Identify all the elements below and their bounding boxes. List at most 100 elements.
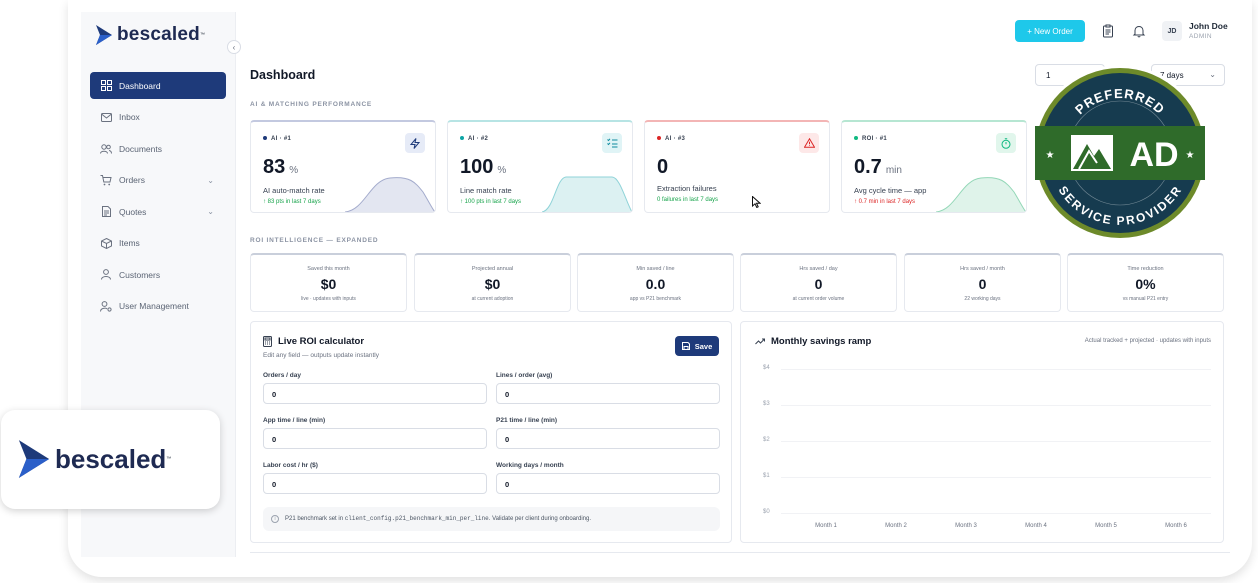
sidebar-item-label: Customers bbox=[119, 269, 161, 280]
svg-text:★: ★ bbox=[1046, 150, 1055, 161]
sidebar-item-orders[interactable]: Orders ⌄ bbox=[90, 167, 226, 194]
p21-time-input[interactable]: 0 bbox=[496, 428, 720, 449]
sidebar-item-label: Items bbox=[119, 238, 140, 248]
roi-value: $0 bbox=[320, 276, 337, 292]
lines-per-order-input[interactable]: 0 bbox=[496, 383, 720, 404]
brand-logo[interactable]: bescaled ™ bbox=[95, 24, 205, 46]
kpi-card[interactable]: AI · #3 0 Extraction failures 0 failures… bbox=[644, 120, 830, 213]
x-tick-label: Month 6 bbox=[1165, 523, 1187, 529]
brand-logo-card: bescaled ™ bbox=[1, 410, 220, 509]
avatar[interactable]: JD bbox=[1162, 21, 1182, 41]
roi-stat-card: Hrs saved / day 0 at current order volum… bbox=[740, 253, 897, 312]
y-tick-label: $2 bbox=[763, 437, 770, 443]
cart-icon bbox=[100, 174, 112, 186]
roi-label: Saved this month bbox=[307, 266, 350, 272]
calculator-icon bbox=[263, 336, 272, 347]
roi-stat-card: Hrs saved / month 0 22 working days bbox=[904, 253, 1061, 312]
mail-icon bbox=[100, 111, 112, 123]
kpi-trend: ↑ 100 pts in last 7 days bbox=[460, 199, 522, 205]
calculator-title-text: Live ROI calculator bbox=[278, 336, 365, 347]
roi-label: Time reduction bbox=[1127, 266, 1164, 272]
note-text: P21 benchmark set in bbox=[285, 516, 345, 522]
calculator-subtitle: Edit any field — outputs update instantl… bbox=[263, 352, 379, 359]
kpi-trend: 0 failures in last 7 days bbox=[657, 197, 719, 203]
field-label: App time / line (min) bbox=[263, 417, 326, 424]
sparkline-area bbox=[345, 177, 435, 212]
sidebar-item-quotes[interactable]: Quotes ⌄ bbox=[90, 198, 226, 225]
info-icon: i bbox=[271, 515, 279, 523]
kpi-trend: ↑ 0.7 min in last 7 days bbox=[854, 199, 916, 205]
grid-icon bbox=[100, 80, 112, 92]
grid-line bbox=[781, 405, 1211, 406]
chart-title-text: Monthly savings ramp bbox=[771, 336, 872, 347]
bescaled-logo-icon bbox=[18, 440, 50, 478]
new-order-button[interactable]: + New Order bbox=[1015, 20, 1085, 42]
roi-sub: at current order volume bbox=[792, 296, 845, 302]
kpi-number: 83 bbox=[263, 156, 286, 178]
sidebar-item-label: Quotes bbox=[119, 206, 147, 217]
roi-stat-card: Saved this month $0 live · updates with … bbox=[250, 253, 407, 312]
sidebar-item-inbox[interactable]: Inbox bbox=[90, 104, 226, 131]
chart-title: Monthly savings ramp bbox=[755, 336, 871, 347]
roi-stat-card: Projected annual $0 at current adoption bbox=[414, 253, 571, 312]
kpi-unit: % bbox=[289, 165, 299, 176]
sidebar-item-label: User Management bbox=[119, 301, 189, 311]
brand-name-large: bescaled bbox=[55, 443, 167, 474]
orders-per-day-input[interactable]: 0 bbox=[263, 383, 487, 404]
roi-label: Projected annual bbox=[471, 266, 514, 272]
roi-label: Hrs saved / month bbox=[960, 266, 1005, 272]
users-icon bbox=[100, 143, 112, 155]
y-tick-label: $0 bbox=[763, 509, 770, 515]
field-label: Orders / day bbox=[263, 372, 301, 379]
roi-label: Min saved / line bbox=[636, 266, 675, 272]
chevron-down-icon[interactable]: ⌄ bbox=[207, 176, 214, 185]
chart-note: Actual tracked + projected · updates wit… bbox=[1084, 338, 1211, 344]
grid-line bbox=[781, 441, 1211, 442]
roi-value: 0% bbox=[1135, 276, 1156, 292]
save-label: Save bbox=[694, 341, 713, 351]
sidebar-item-label: Inbox bbox=[119, 112, 140, 122]
sidebar-item-documents[interactable]: Documents bbox=[90, 135, 226, 162]
grid-line bbox=[781, 369, 1211, 370]
sidebar-item-customers[interactable]: Customers bbox=[90, 261, 226, 288]
kpi-card[interactable]: AI · #1 83% AI auto-match rate ↑ 83 pts … bbox=[250, 120, 436, 213]
grid-line bbox=[781, 513, 1211, 514]
kpi-tag: AI · #1 bbox=[263, 136, 291, 142]
file-icon bbox=[100, 206, 112, 218]
working-days-input[interactable]: 0 bbox=[496, 473, 720, 494]
sidebar-item-dashboard[interactable]: Dashboard bbox=[90, 72, 226, 99]
kpi-value: 0.7 min bbox=[854, 156, 902, 179]
kpi-card[interactable]: AI · #2 100% Line match rate ↑ 100 pts i… bbox=[447, 120, 633, 213]
y-tick-label: $3 bbox=[763, 401, 770, 407]
chevron-down-icon[interactable]: ⌄ bbox=[207, 207, 214, 216]
svg-text:★: ★ bbox=[1186, 150, 1195, 161]
save-button[interactable]: Save bbox=[675, 336, 719, 356]
kpi-value: 100% bbox=[460, 156, 506, 179]
user-icon bbox=[100, 269, 112, 281]
app-time-input[interactable]: 0 bbox=[263, 428, 487, 449]
kpi-unit: min bbox=[885, 165, 902, 176]
stopwatch-icon bbox=[996, 133, 1016, 153]
kpi-label: AI auto-match rate bbox=[263, 186, 325, 195]
labor-cost-input[interactable]: 0 bbox=[263, 473, 487, 494]
kpi-tag-text: AI · #1 bbox=[271, 136, 292, 142]
benchmark-note: i P21 benchmark set in client_config.p21… bbox=[263, 507, 720, 531]
badge-center-text: AD bbox=[1129, 136, 1178, 174]
kpi-card[interactable]: ROI · #1 0.7 min Avg cycle time — app ↑ 0… bbox=[841, 120, 1027, 213]
kpi-label: Extraction failures bbox=[657, 184, 717, 193]
kpi-tag-text: AI · #3 bbox=[665, 136, 686, 142]
sidebar-item-label: Dashboard bbox=[119, 80, 161, 91]
brand-name: bescaled bbox=[117, 24, 200, 45]
mouse-cursor-icon bbox=[752, 196, 761, 208]
clipboard-icon[interactable] bbox=[1101, 24, 1115, 38]
x-tick-label: Month 1 bbox=[815, 523, 837, 529]
badge-mountain-icon bbox=[1071, 135, 1113, 171]
roi-sub: 22 working days bbox=[964, 296, 1001, 302]
warning-icon bbox=[799, 133, 819, 153]
sidebar-item-user-management[interactable]: User Management bbox=[90, 293, 226, 320]
kpi-tag: AI · #2 bbox=[460, 136, 488, 142]
kpi-tag: AI · #3 bbox=[657, 136, 685, 142]
list-check-icon bbox=[602, 133, 622, 153]
sidebar-item-items[interactable]: Items bbox=[90, 230, 226, 257]
bell-icon[interactable] bbox=[1132, 24, 1146, 38]
